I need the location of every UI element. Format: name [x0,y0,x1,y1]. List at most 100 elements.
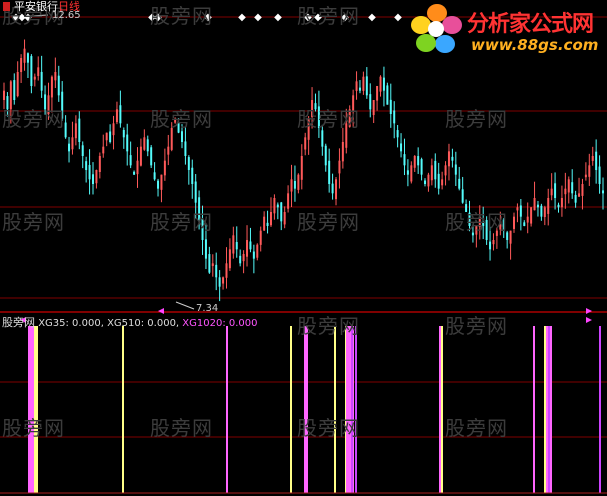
candle-body [451,156,454,161]
candle-body [564,188,567,195]
candle-body [88,164,91,180]
right-range-marker-2 [586,317,592,323]
candle-body [567,179,570,193]
candle-body [338,160,341,174]
candle-body [454,164,457,175]
candle-body [153,172,156,180]
menu-icon[interactable] [3,2,10,11]
candle-body [157,180,160,189]
candle-body [403,154,406,166]
candle-body [119,105,122,124]
candle-body [222,277,225,284]
candle-body [204,239,207,259]
watermark: 股旁网 [297,210,360,234]
candle-body [273,198,276,214]
candle-body [376,86,379,101]
candle-body [530,207,533,224]
watermark: 股旁网 [150,107,213,131]
watermark: 股旁网 [297,4,360,28]
right-range-marker [586,308,592,314]
candle-body [581,184,584,196]
watermark: 股旁网 [297,107,360,131]
candle-body [396,130,399,138]
candle-body [180,131,183,142]
watermark: 股旁网 [445,314,508,338]
candle-body [133,171,136,175]
candle-body [509,230,512,244]
watermark: 股旁网 [150,416,213,440]
candle-body [146,139,149,152]
candle-body [420,159,423,175]
candle-body [393,110,396,124]
candle-body [57,75,60,96]
watermark: 股旁网 [150,4,213,28]
site-logo: 分析家公式网 www.88gs.com [407,0,603,60]
dot-marker: ◆ [368,12,376,23]
candle-body [81,145,84,156]
candle-body [543,207,546,218]
candle-body [406,170,409,175]
candle-body [160,174,163,190]
candle-body [215,264,218,278]
candle-body [533,198,536,211]
candle-body [269,212,272,226]
candle-body [68,143,71,152]
candle-body [228,249,231,269]
candle-body [143,137,146,150]
candle-body [211,263,214,267]
candle-body [293,180,296,189]
candle-body [16,72,19,97]
candle-body [98,156,101,172]
flower-logo-icon [411,4,462,53]
candle-body [584,174,587,178]
candle-body [557,204,560,208]
candle-body [218,277,221,287]
candle-body [37,67,40,76]
candle-body [447,151,450,167]
candle-body [194,181,197,203]
logo-title: 分析家公式网 [467,12,594,37]
candle-body [358,87,361,91]
candle-body [139,146,142,166]
candle-body [523,222,526,226]
candle-body [355,81,358,91]
candle-body [424,180,427,184]
candle-body [547,198,550,214]
candle-body [444,165,447,176]
xg1020-value: XG1020: 0.000 [182,318,258,329]
watermark: 股旁网 [445,416,508,440]
candle-body [324,145,327,166]
candle-body [91,174,94,184]
candle-body [263,216,266,231]
signal-bars[interactable] [28,326,601,493]
high-price-label: 12.65 [52,10,81,21]
low-pointer-line [175,301,195,310]
candle-body [379,76,382,92]
dot-marker: ◆ [238,12,246,23]
candle-body [519,205,522,217]
candle-body [536,204,539,208]
candle-body [105,132,108,141]
candle-body [595,151,598,170]
candle-body [23,48,26,63]
candle-body [602,190,604,194]
candle-body [33,76,36,80]
candle-body [266,222,269,226]
candle-body [430,165,433,181]
indicator-name[interactable]: 股旁网 [2,316,35,329]
candle-body [369,94,372,110]
candle-body [591,156,594,161]
watermark: 股旁网 [445,210,508,234]
candle-body [372,100,375,116]
indicator-legend: 股旁网 XG35: 0.000, XG510: 0.000, XG1020: 0… [2,317,258,330]
low-price-label: 7.34 [196,303,219,314]
candle-body [461,189,464,203]
price-candles[interactable] [3,39,604,302]
candle-body [3,90,5,100]
candle-body [20,58,23,73]
candle-body [136,160,139,175]
candle-body [259,230,262,245]
candle-body [297,174,300,190]
candle-body [492,240,495,245]
candle-body [550,188,553,196]
